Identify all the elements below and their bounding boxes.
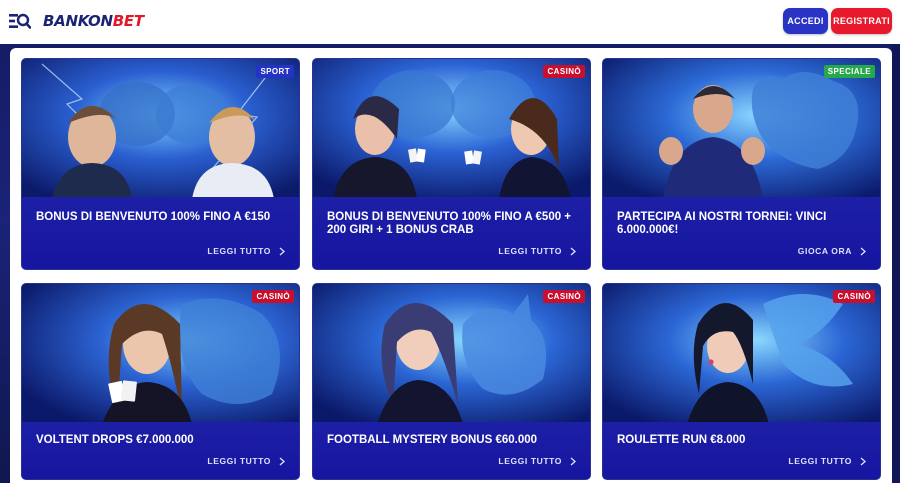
brand-logo[interactable]: BANKONBET xyxy=(43,11,144,31)
promo-image xyxy=(313,284,590,424)
read-more-link[interactable]: LEGGI TUTTO xyxy=(788,456,866,466)
chevron-right-icon xyxy=(279,247,285,255)
play-now-label: GIOCA ORA xyxy=(797,246,852,256)
promo-image xyxy=(22,284,299,424)
backdrop-edge xyxy=(892,44,900,483)
read-more-label: LEGGI TUTTO xyxy=(207,456,271,466)
promo-image xyxy=(313,59,590,199)
promo-title: PARTECIPA AI NOSTRI TORNEI: VINCI 6.000.… xyxy=(617,211,827,236)
promo-image xyxy=(603,284,880,424)
login-button[interactable]: ACCEDI xyxy=(783,8,828,34)
promo-info-band xyxy=(313,422,590,479)
brand-name-accent: BET xyxy=(112,12,144,30)
read-more-link[interactable]: LEGGI TUTTO xyxy=(207,456,285,466)
promo-card-football-mystery[interactable]: CASINÒ FOOTBALL MYSTERY BONUS €60.000 LE… xyxy=(312,283,591,480)
promo-title: ROULETTE RUN €8.000 xyxy=(617,434,746,446)
category-badge: CASINÒ xyxy=(833,290,875,303)
promo-card-tournaments[interactable]: SPECIALE PARTECIPA AI NOSTRI TORNEI: VIN… xyxy=(602,58,881,270)
promo-card-sport-welcome[interactable]: SPORT BONUS DI BENVENUTO 100% FINO A €15… xyxy=(21,58,300,270)
read-more-label: LEGGI TUTTO xyxy=(498,456,562,466)
promo-title: BONUS DI BENVENUTO 100% FINO A €500 + 20… xyxy=(327,211,572,236)
category-badge: SPORT xyxy=(256,65,294,78)
read-more-label: LEGGI TUTTO xyxy=(498,246,562,256)
promo-image xyxy=(22,59,299,199)
read-more-label: LEGGI TUTTO xyxy=(788,456,852,466)
promo-card-voltent-drops[interactable]: CASINÒ VOLTENT DROPS €7.000.000 LEGGI TU… xyxy=(21,283,300,480)
category-badge: SPECIALE xyxy=(823,65,875,78)
chevron-right-icon xyxy=(570,457,576,465)
read-more-label: LEGGI TUTTO xyxy=(207,246,271,256)
promo-card-casino-welcome[interactable]: CASINÒ BONUS DI BENVENUTO 100% FINO A €5… xyxy=(312,58,591,270)
promo-title: FOOTBALL MYSTERY BONUS €60.000 xyxy=(327,434,538,446)
chevron-right-icon xyxy=(860,457,866,465)
top-header: BANKONBET ACCEDI REGISTRATI xyxy=(0,0,900,44)
play-now-link[interactable]: GIOCA ORA xyxy=(798,246,866,256)
category-badge: CASINÒ xyxy=(543,290,585,303)
promo-title: BONUS DI BENVENUTO 100% FINO A €150 xyxy=(36,211,271,223)
category-badge: CASINÒ xyxy=(252,290,294,303)
register-button[interactable]: REGISTRATI xyxy=(831,8,892,34)
promo-card-roulette-run[interactable]: CASINÒ ROULETTE RUN €8.000 LEGGI TUTTO xyxy=(602,283,881,480)
menu-search-icon[interactable] xyxy=(9,12,31,30)
promo-info-band xyxy=(603,422,880,479)
chevron-right-icon xyxy=(860,247,866,255)
read-more-link[interactable]: LEGGI TUTTO xyxy=(498,456,576,466)
promo-info-band xyxy=(22,422,299,479)
promo-title: VOLTENT DROPS €7.000.000 xyxy=(36,434,194,446)
category-badge: CASINÒ xyxy=(543,65,585,78)
read-more-link[interactable]: LEGGI TUTTO xyxy=(207,246,285,256)
chevron-right-icon xyxy=(570,247,576,255)
chevron-right-icon xyxy=(279,457,285,465)
read-more-link[interactable]: LEGGI TUTTO xyxy=(498,246,576,256)
promo-info-band xyxy=(22,197,299,269)
brand-name: BANKON xyxy=(43,12,113,30)
promo-image xyxy=(603,59,880,199)
